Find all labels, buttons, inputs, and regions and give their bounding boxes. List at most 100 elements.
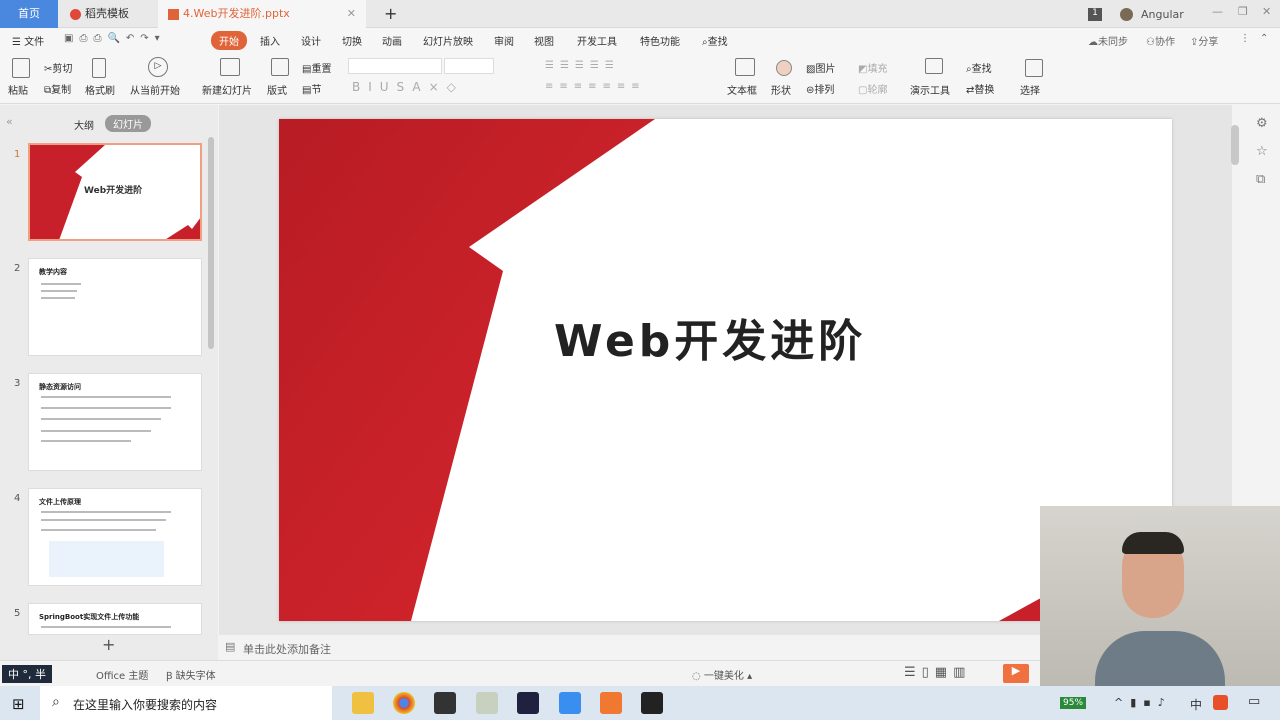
presentation-tools-button[interactable]: 演示工具	[910, 82, 950, 97]
sync-status[interactable]: ☁未同步	[1088, 33, 1128, 48]
notification-icon[interactable]: ▭	[1248, 694, 1260, 709]
minimize-button[interactable]: —	[1212, 5, 1223, 18]
search-command[interactable]: ⌕查找	[702, 33, 728, 48]
file-explorer-icon[interactable]	[352, 692, 374, 714]
share-button[interactable]: ⇪分享	[1190, 33, 1218, 48]
slide-thumbnail-5[interactable]: SpringBoot实现文件上传功能	[28, 603, 202, 635]
thumbnail-image	[49, 541, 164, 577]
section-button[interactable]: ▤节	[302, 81, 321, 96]
arrange-button[interactable]: ⊜排列	[806, 81, 834, 96]
outline-button[interactable]: ▢轮廓	[858, 81, 887, 96]
menu-tab-view[interactable]: 视图	[534, 33, 554, 48]
tray-icons[interactable]: ^▮▪♪	[1114, 696, 1172, 709]
menu-tab-slideshow[interactable]: 幻灯片放映	[423, 33, 473, 48]
layout-icon	[271, 58, 289, 76]
menu-tab-home[interactable]: 开始	[211, 31, 247, 50]
new-slide-button[interactable]: 新建幻灯片	[202, 82, 252, 97]
menu-tab-review[interactable]: 审阅	[494, 33, 514, 48]
close-window-button[interactable]: ✕	[1262, 5, 1271, 18]
wps-icon[interactable]	[559, 692, 581, 714]
new-tab-button[interactable]: +	[374, 0, 397, 28]
tab-bar: 首页 稻壳模板 4.Web开发进阶.pptx ✕ + 1 Angular — ❐ …	[0, 0, 1280, 28]
tab-document[interactable]: 4.Web开发进阶.pptx ✕	[158, 0, 366, 28]
file-menu[interactable]: ☰ 文件	[12, 33, 44, 48]
app2-icon[interactable]	[600, 692, 622, 714]
sogou-icon[interactable]	[1213, 695, 1228, 710]
paragraph-buttons[interactable]: ☰☰☰☰☰	[545, 60, 620, 71]
battery-indicator[interactable]: 95%	[1060, 697, 1087, 709]
slide-thumbnail-4[interactable]: 文件上传原理	[28, 488, 202, 586]
tab-home[interactable]: 首页	[0, 0, 58, 28]
docer-icon	[70, 8, 81, 20]
panel-scrollbar[interactable]	[208, 137, 214, 349]
play-slideshow-button[interactable]: ▶	[1003, 664, 1029, 683]
menu-tab-insert[interactable]: 插入	[260, 33, 280, 48]
sync-label: 未同步	[1098, 37, 1128, 48]
beautify-button[interactable]: ◌ 一键美化 ▴	[692, 667, 752, 682]
slide-thumbnail-3[interactable]: 静态资源访问	[28, 373, 202, 471]
tab-outline[interactable]: 大纲	[74, 117, 94, 132]
ime-toolbar[interactable]: 中 °, 半	[2, 665, 52, 683]
restore-button[interactable]: ❐	[1238, 5, 1248, 18]
collapse-ribbon-icon[interactable]: ⌃	[1260, 33, 1268, 44]
collab-button[interactable]: ⚇协作	[1146, 33, 1175, 48]
slide-title[interactable]: Web开发进阶	[554, 305, 866, 369]
close-icon[interactable]: ✕	[347, 0, 356, 28]
menu-tab-animation[interactable]: 动画	[382, 33, 402, 48]
shape-button[interactable]: 形状	[771, 82, 791, 97]
taskbar-search[interactable]: ⌕ 在这里输入你要搜索的内容	[40, 686, 332, 720]
quick-access-toolbar[interactable]: ▣⎙⎙🔍↶↷▾	[64, 33, 166, 44]
add-slide-button[interactable]: +	[102, 635, 115, 654]
windows-start-icon[interactable]: ⊞	[12, 695, 25, 713]
select-button[interactable]: 选择	[1020, 82, 1040, 97]
missing-fonts-button[interactable]: Ꞵ 缺失字体	[166, 667, 216, 682]
chrome-icon[interactable]	[393, 692, 415, 714]
current-slide[interactable]: Web开发进阶	[279, 119, 1172, 621]
avatar[interactable]	[1120, 8, 1133, 21]
more-icon[interactable]: ⋮	[1240, 33, 1250, 44]
app-icon[interactable]	[476, 692, 498, 714]
side-tools[interactable]: ⚙ ☆ ⧉	[1256, 110, 1274, 210]
textbox-button[interactable]: 文本框	[727, 82, 757, 97]
slide-thumbnail-1[interactable]: Web开发进阶	[28, 143, 202, 241]
select-icon	[1025, 59, 1043, 77]
picture-button[interactable]: ▨图片	[806, 60, 835, 75]
layout-button[interactable]: 版式	[267, 82, 287, 97]
menu-tab-developer[interactable]: 开发工具	[577, 33, 617, 48]
menu-tab-features[interactable]: 特色功能	[640, 33, 680, 48]
cut-button[interactable]: ✂剪切	[44, 60, 72, 75]
replace-button[interactable]: ⇄替换	[966, 81, 994, 96]
app3-icon[interactable]	[641, 692, 663, 714]
fill-button[interactable]: ◩填充	[858, 60, 887, 75]
reset-button[interactable]: ▤重置	[302, 60, 331, 75]
view-buttons[interactable]: ☰▯▦▥	[904, 665, 971, 680]
slide-number: 4	[14, 493, 21, 504]
collapse-panel-icon[interactable]: «	[6, 115, 13, 128]
tab-slides[interactable]: 幻灯片	[105, 115, 151, 132]
find-button[interactable]: ⌕查找	[966, 60, 992, 75]
align-buttons[interactable]: ≡≡≡≡≡≡≡	[545, 81, 646, 92]
ime-indicator[interactable]: 中	[1190, 696, 1202, 713]
menu-tab-design[interactable]: 设计	[301, 33, 321, 48]
theme-label[interactable]: Office 主题	[96, 667, 148, 682]
notes-placeholder[interactable]: 单击此处添加备注	[243, 641, 331, 657]
slide-number: 1	[14, 149, 21, 160]
intellij-icon[interactable]	[517, 692, 539, 714]
paste-button[interactable]: 粘贴	[8, 82, 28, 97]
thumbnail-title: Web开发进阶	[84, 186, 143, 196]
font-format-buttons[interactable]: BIUSA×◇	[352, 80, 464, 94]
format-painter-button[interactable]: 格式刷	[85, 82, 115, 97]
menu-tab-transition[interactable]: 切换	[342, 33, 362, 48]
play-from-current-button[interactable]: 从当前开始	[130, 82, 180, 97]
paste-icon	[12, 58, 30, 78]
font-family-select[interactable]	[348, 58, 442, 74]
slide-thumbnail-2[interactable]: 教学内容	[28, 258, 202, 356]
canvas-scrollbar[interactable]	[1231, 125, 1239, 165]
user-name[interactable]: Angular	[1141, 8, 1184, 21]
tab-templates[interactable]: 稻壳模板	[60, 0, 156, 28]
sublime-icon[interactable]	[434, 692, 456, 714]
new-slide-icon	[220, 58, 240, 76]
copy-button[interactable]: ⧉复制	[44, 81, 71, 96]
font-size-select[interactable]	[444, 58, 494, 74]
ppt-file-icon	[168, 8, 179, 20]
